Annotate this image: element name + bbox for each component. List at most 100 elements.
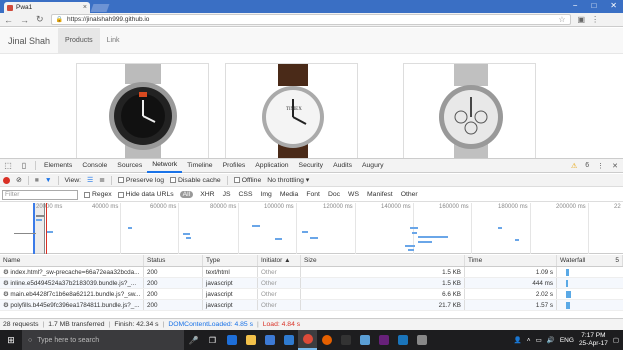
col-type[interactable]: Type [203, 255, 258, 266]
network-overview[interactable]: 20000 ms 40000 ms 60000 ms 80000 ms 1000… [0, 203, 623, 254]
filter-type-css[interactable]: CSS [238, 191, 254, 198]
close-tab-icon[interactable]: × [83, 4, 87, 11]
tab-elements[interactable]: Elements [39, 159, 77, 173]
tab-augury[interactable]: Augury [357, 159, 389, 173]
clear-icon[interactable]: ⊘ [16, 176, 22, 184]
finish-time: Finish: 42.34 s [114, 321, 159, 328]
col-size[interactable]: Size [301, 255, 465, 266]
language-icon[interactable]: ENG [560, 337, 574, 344]
divider [35, 161, 36, 170]
throttling-select[interactable]: No throttling ▾ [267, 176, 309, 184]
offline-checkbox[interactable]: Offline [233, 177, 261, 184]
list-view-icon[interactable]: ☰ [87, 176, 93, 184]
tab-application[interactable]: Application [250, 159, 293, 173]
tab-audits[interactable]: Audits [328, 159, 357, 173]
timeline-bar [14, 233, 36, 234]
new-tab-button[interactable] [90, 4, 110, 12]
tab-timeline[interactable]: Timeline [182, 159, 217, 173]
taskbar-app-vscode[interactable] [374, 330, 393, 350]
nav-link[interactable]: Link [100, 28, 127, 53]
chevron-up-icon[interactable]: ˄ [527, 337, 531, 344]
tab-security[interactable]: Security [294, 159, 329, 173]
people-icon[interactable]: 👤 [514, 336, 522, 344]
taskbar-app-explorer[interactable] [241, 330, 260, 350]
taskbar-app-terminal[interactable] [336, 330, 355, 350]
volume-icon[interactable]: 🔊 [547, 336, 555, 344]
request-status: 200 [144, 300, 203, 310]
task-view-button[interactable]: ❐ [203, 330, 222, 350]
requests-table-header: Name Status Type Initiator ▲ Size Time W… [0, 255, 623, 267]
filter-type-all[interactable]: All [179, 191, 194, 198]
taskbar-app-photos[interactable] [355, 330, 374, 350]
taskbar-app-store[interactable] [260, 330, 279, 350]
taskbar-app-other[interactable] [412, 330, 431, 350]
filter-type-doc[interactable]: Doc [327, 191, 341, 198]
warning-icon[interactable]: ⚠ [571, 162, 577, 170]
disable-cache-checkbox[interactable]: Disable cache [170, 177, 221, 184]
site-brand[interactable]: Jinal Shah [0, 28, 58, 53]
product-card[interactable] [403, 63, 536, 158]
taskbar-app-edge[interactable] [222, 330, 241, 350]
taskbar-app-chrome[interactable] [298, 330, 317, 350]
browser-tab[interactable]: Pwa1 × [4, 2, 90, 13]
start-button[interactable]: ⊞ [0, 330, 22, 350]
network-icon[interactable]: ▭ [536, 336, 542, 344]
product-card[interactable]: TIMEX [225, 63, 358, 158]
filter-type-other[interactable]: Other [400, 191, 419, 198]
taskbar-app-mail[interactable] [279, 330, 298, 350]
table-row[interactable]: ⚙ inline.e5d494524a37b2183039.bundle.js?… [0, 278, 623, 289]
filter-input[interactable]: Filter [2, 189, 78, 200]
filter-type-img[interactable]: Img [259, 191, 272, 198]
hide-data-urls-checkbox[interactable]: Hide data URLs [117, 191, 174, 198]
clock[interactable]: 7:17 PM 25-Apr-17 [579, 332, 608, 348]
table-row[interactable]: ⚙ main.eb4428f7c1b6e8a62121.bundle.js?_s… [0, 289, 623, 300]
taskbar-app-media[interactable] [393, 330, 412, 350]
inspect-icon[interactable]: ⬚ [0, 161, 16, 170]
filter-icon[interactable]: ▼ [45, 177, 52, 184]
device-toggle-icon[interactable]: ▯ [16, 161, 32, 170]
settings-icon: ⚙ [3, 268, 11, 276]
filter-type-js[interactable]: JS [222, 191, 232, 198]
filter-type-font[interactable]: Font [305, 191, 321, 198]
url-bar[interactable]: 🔒 https://jinalshah999.github.io ☆ [50, 14, 571, 25]
bookmark-star-icon[interactable]: ☆ [558, 15, 565, 24]
filter-type-manifest[interactable]: Manifest [366, 191, 394, 198]
close-devtools-icon[interactable]: ✕ [612, 162, 618, 170]
table-row[interactable]: ⚙ index.html?_sw-precache=66a72eaa32bcda… [0, 267, 623, 278]
forward-icon[interactable]: → [20, 15, 29, 25]
notifications-icon[interactable]: ▢ [613, 336, 619, 344]
col-time[interactable]: Time [465, 255, 557, 266]
maximize-button[interactable]: □ [591, 1, 596, 10]
menu-icon[interactable]: ⋮ [591, 15, 599, 24]
filter-type-ws[interactable]: WS [347, 191, 360, 198]
col-initiator[interactable]: Initiator ▲ [258, 255, 301, 266]
reload-icon[interactable]: ↻ [36, 14, 44, 25]
col-status[interactable]: Status [144, 255, 203, 266]
preserve-log-checkbox[interactable]: Preserve log [117, 177, 164, 184]
col-name[interactable]: Name [0, 255, 144, 266]
minimize-button[interactable]: − [573, 1, 578, 10]
tab-profiles[interactable]: Profiles [218, 159, 251, 173]
back-icon[interactable]: ← [4, 15, 13, 25]
filter-type-media[interactable]: Media [279, 191, 300, 198]
capture-screenshots-icon[interactable]: ■ [35, 177, 39, 184]
regex-checkbox[interactable]: Regex [84, 191, 112, 198]
photos-icon [359, 335, 370, 345]
tab-console[interactable]: Console [77, 159, 112, 173]
tab-sources[interactable]: Sources [112, 159, 147, 173]
more-icon[interactable]: ⋮ [597, 162, 604, 170]
microphone-button[interactable]: 🎤 [184, 330, 203, 350]
edge-icon [226, 335, 237, 345]
product-card[interactable] [76, 63, 209, 158]
tab-network[interactable]: Network [147, 159, 183, 173]
extension-icon[interactable]: ▣ [578, 15, 586, 24]
taskbar-app-firefox[interactable] [317, 330, 336, 350]
record-icon[interactable] [3, 176, 10, 184]
table-row[interactable]: ⚙ polyfills.b445e9fc396ea1784811.bundle.… [0, 300, 623, 311]
taskbar-search[interactable]: ○ Type here to search [22, 330, 184, 350]
close-window-button[interactable]: ✕ [610, 1, 617, 10]
waterfall-view-icon[interactable]: ≣ [99, 176, 105, 184]
filter-type-xhr[interactable]: XHR [199, 191, 215, 198]
nav-products[interactable]: Products [58, 28, 100, 53]
col-waterfall[interactable]: Waterfall 5 [557, 255, 623, 266]
